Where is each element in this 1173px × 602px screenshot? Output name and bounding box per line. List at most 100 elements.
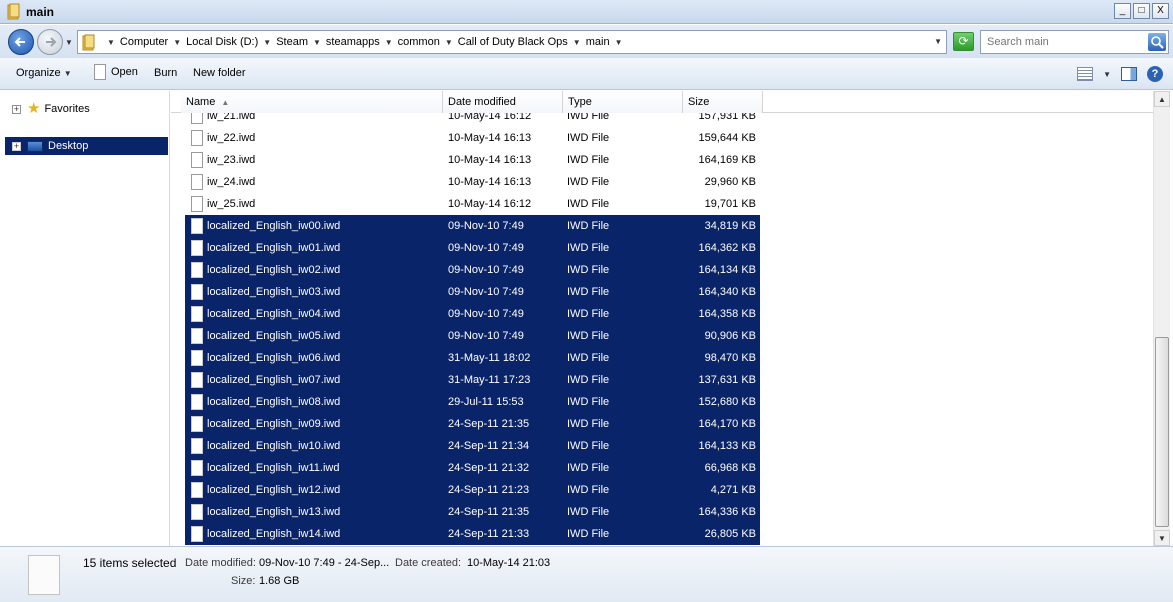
chevron-down-icon[interactable]: ▼	[64, 69, 72, 78]
file-type: IWD File	[567, 220, 610, 232]
search-icon[interactable]	[1148, 33, 1166, 51]
chevron-down-icon[interactable]: ▼	[573, 38, 581, 47]
file-row[interactable]: localized_English_iw09.iwd 24-Sep-11 21:3…	[185, 413, 760, 435]
chevron-down-icon[interactable]: ▼	[263, 38, 271, 47]
breadcrumb-item[interactable]: ▼ steamapps	[308, 36, 380, 48]
maximize-button[interactable]: □	[1133, 3, 1150, 19]
file-row[interactable]: localized_English_iw12.iwd 24-Sep-11 21:2…	[185, 479, 760, 501]
file-row[interactable]: localized_English_iw01.iwd 09-Nov-10 7:49…	[185, 237, 760, 259]
address-history-chevron-icon[interactable]: ▼	[934, 37, 942, 46]
refresh-button[interactable]: ⟳	[953, 32, 974, 51]
chevron-down-icon[interactable]: ▼	[1103, 70, 1111, 79]
file-name[interactable]: localized_English_iw12.iwd	[207, 484, 340, 496]
new-folder-button[interactable]: New folder	[193, 67, 246, 79]
file-row[interactable]: localized_English_iw07.iwd 31-May-11 17:2…	[185, 369, 760, 391]
chevron-down-icon[interactable]: ▼	[615, 38, 623, 47]
file-name[interactable]: localized_English_iw06.iwd	[207, 352, 340, 364]
address-bar[interactable]: ▼ Computer ▼ Local Disk (D:) ▼ Steam ▼ steam…	[77, 30, 947, 54]
file-name[interactable]: localized_English_iw07.iwd	[207, 374, 340, 386]
file-row[interactable]: localized_English_iw08.iwd 29-Jul-11 15:5…	[185, 391, 760, 413]
command-bar: Organize ▼ Open Burn New folder ▼ ?	[0, 58, 1173, 90]
nav-item-label[interactable]: Favorites	[44, 103, 89, 115]
chevron-down-icon[interactable]: ▼	[173, 38, 181, 47]
change-view-icon[interactable]	[1077, 67, 1094, 81]
preview-pane-icon[interactable]	[1121, 67, 1137, 81]
file-row[interactable]: localized_English_iw05.iwd 09-Nov-10 7:49…	[185, 325, 760, 347]
file-row[interactable]: iw_23.iwd 10-May-14 16:13 IWD File 164,169 …	[185, 149, 760, 171]
breadcrumb-item[interactable]: ▼ Steam	[258, 36, 308, 48]
file-row[interactable]: localized_English_iw14.iwd 24-Sep-11 21:3…	[185, 523, 760, 545]
breadcrumb-item[interactable]: ▼ Computer	[102, 36, 168, 48]
file-name[interactable]: iw_22.iwd	[207, 132, 255, 144]
file-name[interactable]: localized_English_iw02.iwd	[207, 264, 340, 276]
recent-pages-chevron-icon[interactable]: ▼	[65, 38, 73, 47]
breadcrumb-item[interactable]: ▼ main ▼	[568, 36, 628, 48]
file-name[interactable]: localized_English_iw11.iwd	[207, 462, 339, 474]
breadcrumb-item[interactable]: ▼ common	[380, 36, 440, 48]
burn-button[interactable]: Burn	[154, 67, 177, 79]
file-row[interactable]: localized_English_iw10.iwd 24-Sep-11 21:3…	[185, 435, 760, 457]
file-row[interactable]: localized_English_iw00.iwd 09-Nov-10 7:49…	[185, 215, 760, 237]
file-row[interactable]: localized_English_iw06.iwd 31-May-11 18:0…	[185, 347, 760, 369]
file-date-modified: 10-May-14 16:13	[448, 132, 532, 144]
nav-item-label[interactable]: Desktop	[48, 140, 88, 152]
column-header-size[interactable]: Size	[683, 91, 763, 113]
organize-button[interactable]: Organize ▼	[16, 67, 72, 79]
chevron-down-icon[interactable]: ▼	[445, 38, 453, 47]
file-name[interactable]: localized_English_iw14.iwd	[207, 528, 340, 540]
file-name[interactable]: iw_23.iwd	[207, 154, 255, 166]
file-name[interactable]: localized_English_iw05.iwd	[207, 330, 340, 342]
file-name[interactable]: localized_English_iw03.iwd	[207, 286, 340, 298]
file-row[interactable]: iw_21.iwd 10-May-14 16:12 IWD File 157,931 …	[185, 113, 760, 127]
nav-item-desktop[interactable]: + Desktop	[5, 137, 168, 155]
help-icon[interactable]: ?	[1147, 66, 1163, 82]
back-button[interactable]	[8, 29, 34, 55]
file-row[interactable]: localized_English_iw13.iwd 24-Sep-11 21:3…	[185, 501, 760, 523]
file-name[interactable]: localized_English_iw09.iwd	[207, 418, 340, 430]
open-button[interactable]: Open	[94, 64, 138, 80]
file-icon	[191, 350, 203, 366]
column-header-type[interactable]: Type	[563, 91, 683, 113]
file-name[interactable]: iw_25.iwd	[207, 198, 255, 210]
file-size: 164,358 KB	[698, 308, 757, 320]
file-name[interactable]: localized_English_iw00.iwd	[207, 220, 340, 232]
file-name[interactable]: localized_English_iw01.iwd	[207, 242, 340, 254]
file-name[interactable]: localized_English_iw04.iwd	[207, 308, 340, 320]
search-box[interactable]	[980, 30, 1169, 54]
breadcrumb-item[interactable]: ▼ Local Disk (D:)	[168, 36, 258, 48]
chevron-down-icon[interactable]: ▼	[107, 38, 115, 47]
file-name[interactable]: localized_English_iw10.iwd	[207, 440, 340, 452]
search-input[interactable]	[981, 31, 1146, 53]
scroll-down-arrow-icon[interactable]: ▼	[1154, 530, 1170, 546]
file-row[interactable]: iw_25.iwd 10-May-14 16:12 IWD File 19,701 K…	[185, 193, 760, 215]
chevron-down-icon[interactable]: ▼	[313, 38, 321, 47]
column-header-name[interactable]: Name ▲	[181, 91, 443, 113]
column-header-date-modified[interactable]: Date modified	[443, 91, 563, 113]
expand-icon[interactable]: +	[12, 141, 21, 151]
expand-icon[interactable]: +	[12, 104, 21, 114]
file-name[interactable]: localized_English_iw08.iwd	[207, 396, 340, 408]
scroll-up-arrow-icon[interactable]: ▲	[1154, 91, 1170, 107]
file-name[interactable]: localized_English_iw13.iwd	[207, 506, 340, 518]
minimize-button[interactable]: _	[1114, 3, 1131, 19]
file-icon	[191, 372, 203, 388]
file-icon	[191, 174, 203, 190]
file-row[interactable]: localized_English_iw04.iwd 09-Nov-10 7:49…	[185, 303, 760, 325]
chevron-down-icon[interactable]: ▼	[385, 38, 393, 47]
nav-item-favorites[interactable]: + ★ Favorites	[12, 100, 168, 118]
breadcrumb-item[interactable]: ▼ Call of Duty Black Ops	[440, 36, 568, 48]
scrollbar-thumb[interactable]	[1155, 337, 1169, 527]
file-name[interactable]: iw_24.iwd	[207, 176, 255, 188]
file-type: IWD File	[567, 330, 610, 342]
forward-button[interactable]	[37, 29, 63, 55]
close-button[interactable]: X	[1152, 3, 1169, 19]
file-rows: iw_21.iwd 10-May-14 16:12 IWD File 157,931 …	[185, 113, 760, 545]
file-row[interactable]: iw_24.iwd 10-May-14 16:13 IWD File 29,960 K…	[185, 171, 760, 193]
file-row[interactable]: localized_English_iw02.iwd 09-Nov-10 7:49…	[185, 259, 760, 281]
file-date-modified: 10-May-14 16:12	[448, 113, 532, 122]
file-row[interactable]: localized_English_iw11.iwd 24-Sep-11 21:3…	[185, 457, 760, 479]
file-row[interactable]: localized_English_iw03.iwd 09-Nov-10 7:49…	[185, 281, 760, 303]
file-name[interactable]: iw_21.iwd	[207, 113, 255, 122]
file-row[interactable]: iw_22.iwd 10-May-14 16:13 IWD File 159,644 …	[185, 127, 760, 149]
vertical-scrollbar[interactable]: ▲ ▼	[1153, 91, 1170, 546]
